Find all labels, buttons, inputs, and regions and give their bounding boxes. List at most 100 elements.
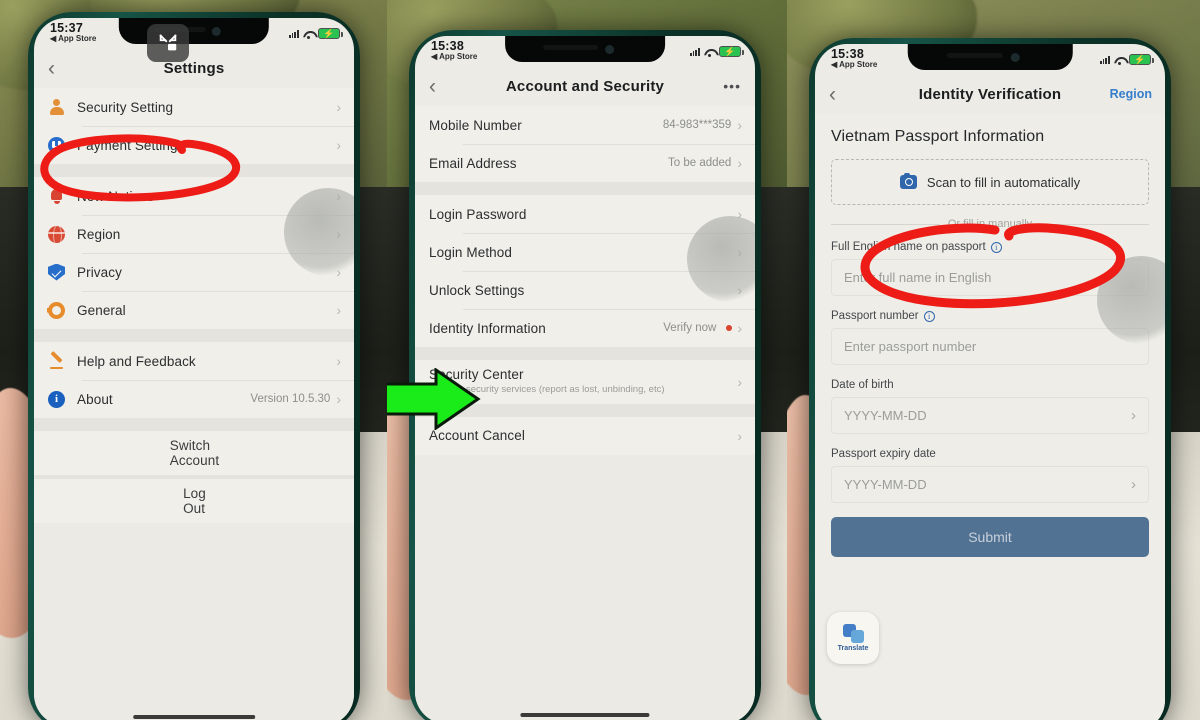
panel-settings: 15:37 ◀ App Store ⚡ ‹ Settings Security … (0, 0, 387, 720)
submit-button[interactable]: Submit (831, 517, 1149, 557)
status-badge (726, 325, 733, 331)
row-label: General (77, 302, 126, 318)
row-label: Help and Feedback (77, 353, 196, 369)
settings-list: Security Setting › Payment Settings › Ne… (34, 88, 354, 720)
row-login-method[interactable]: Login Method › (415, 233, 755, 271)
pencil-icon (48, 353, 65, 370)
row-label: Unlock Settings (429, 282, 525, 298)
chevron-right-icon: › (737, 206, 742, 222)
phone-device: 15:37 ◀ App Store ⚡ ‹ Settings Security … (28, 12, 360, 720)
translate-floating-button[interactable]: Translate (827, 612, 879, 664)
placeholder-text: Enter passport number (844, 339, 977, 354)
button-label: Log Out (183, 486, 206, 516)
switch-account-button[interactable]: Switch Account (34, 431, 354, 475)
scan-label: Scan to fill in automatically (926, 174, 1081, 190)
app-version: Version 10.5.30 (250, 393, 331, 405)
notch (505, 36, 665, 62)
nav-bar: ‹ Account and Security ••• (415, 66, 755, 106)
label-full-english-name: Full English name on passport i (831, 241, 1149, 253)
row-label: About (77, 391, 113, 407)
settings-row-general[interactable]: General › (34, 291, 354, 329)
date-of-birth-picker[interactable]: YYYY-MM-DD › (831, 397, 1149, 434)
signal-icon (1099, 55, 1110, 64)
label-passport-number: Passport number i (831, 310, 1149, 322)
globe-icon (48, 225, 65, 243)
bell-icon (48, 188, 65, 205)
region-link[interactable]: Region (1110, 87, 1152, 101)
row-label: Mobile Number (429, 117, 522, 133)
phone-screen-identity-verification: 15:38 ◀ App Store ⚡ ‹ Identity Verificat… (815, 44, 1165, 720)
settings-group-account: Security Setting › Payment Settings › (34, 88, 354, 164)
row-mobile-number[interactable]: Mobile Number 84-983***359 › (415, 106, 755, 144)
chevron-right-icon: › (336, 302, 341, 318)
row-unlock-settings[interactable]: Unlock Settings › (415, 271, 755, 309)
page-title: Identity Verification (918, 85, 1062, 103)
nav-bar: ‹ Identity Verification Region (815, 74, 1165, 114)
signal-icon (689, 47, 700, 56)
nav-bar: ‹ Settings (34, 48, 354, 88)
chevron-right-icon: › (737, 320, 742, 336)
chevron-right-icon: › (336, 264, 341, 280)
row-login-password[interactable]: Login Password › (415, 195, 755, 233)
row-label: Account Cancel (429, 428, 525, 444)
settings-row-security-setting[interactable]: Security Setting › (34, 88, 354, 126)
status-return-app: ◀ App Store (831, 60, 878, 69)
battery-charging-icon: ⚡ (719, 46, 744, 57)
chevron-right-icon: › (737, 373, 742, 390)
gear-icon (48, 301, 65, 319)
chevron-right-icon: › (336, 353, 341, 369)
chevron-right-icon: › (336, 188, 341, 204)
settings-row-privacy[interactable]: Privacy › (34, 253, 354, 291)
row-email-address[interactable]: Email Address To be added › (415, 144, 755, 182)
button-label: Switch Account (169, 438, 220, 468)
row-value: 84-983***359 (662, 119, 732, 131)
settings-row-help-and-feedback[interactable]: Help and Feedback › (34, 342, 354, 380)
row-label: Security Setting (77, 99, 174, 115)
row-label: Login Method (429, 244, 513, 260)
back-button[interactable]: ‹ (48, 58, 55, 79)
info-icon[interactable]: i (990, 241, 1002, 253)
settings-row-payment-settings[interactable]: Payment Settings › (34, 126, 354, 164)
payment-card-icon (48, 136, 65, 154)
full-name-input[interactable]: Enter full name in English (831, 259, 1149, 296)
placeholder-text: YYYY-MM-DD (844, 477, 927, 492)
back-button[interactable]: ‹ (829, 84, 836, 105)
info-icon[interactable]: i (923, 310, 935, 322)
scan-to-fill-button[interactable]: Scan to fill in automatically (831, 159, 1149, 205)
camera-icon (899, 172, 917, 189)
chevron-right-icon: › (737, 117, 742, 133)
translate-icon (842, 624, 864, 643)
shield-check-icon (48, 263, 65, 281)
status-time: 15:38 (431, 39, 464, 53)
row-value: To be added (668, 157, 732, 169)
more-options-icon[interactable]: ••• (723, 79, 741, 93)
home-indicator (133, 715, 255, 719)
status-time: 15:38 (831, 47, 864, 61)
three-panel-tutorial-screenshot: 15:37 ◀ App Store ⚡ ‹ Settings Security … (0, 0, 1200, 720)
green-right-arrow (387, 368, 481, 430)
status-return-app: ◀ App Store (50, 34, 97, 43)
chevron-right-icon: › (737, 244, 742, 260)
row-identity-information[interactable]: Identity Information Verify now › (415, 309, 755, 347)
status-time: 15:37 (50, 21, 83, 35)
label-passport-expiry-date: Passport expiry date (831, 448, 936, 460)
passport-number-input[interactable]: Enter passport number (831, 328, 1149, 365)
settings-group-support: Help and Feedback › About Version 10.5.3… (34, 342, 354, 418)
chevron-right-icon: › (336, 137, 341, 153)
back-button[interactable]: ‹ (429, 76, 436, 97)
settings-row-new-notices[interactable]: New Notices › (34, 177, 354, 215)
group-login: Login Password › Login Method › Unlock S… (415, 195, 755, 347)
settings-row-region[interactable]: Region › (34, 215, 354, 253)
chevron-right-icon: › (1131, 407, 1136, 424)
chevron-right-icon: › (737, 282, 742, 298)
settings-group-preferences: New Notices › Region › Privacy › General… (34, 177, 354, 329)
row-label: Region (77, 226, 121, 242)
passport-expiry-picker[interactable]: YYYY-MM-DD › (831, 466, 1149, 503)
settings-row-about[interactable]: About Version 10.5.30 › (34, 380, 354, 418)
panel-identity-verification: 15:38 ◀ App Store ⚡ ‹ Identity Verificat… (787, 0, 1200, 720)
group-contact: Mobile Number 84-983***359 › Email Addre… (415, 106, 755, 182)
page-title: Settings (163, 59, 225, 77)
picture-in-picture-icon[interactable] (147, 24, 189, 62)
log-out-button[interactable]: Log Out (34, 479, 354, 523)
person-icon (48, 98, 65, 116)
